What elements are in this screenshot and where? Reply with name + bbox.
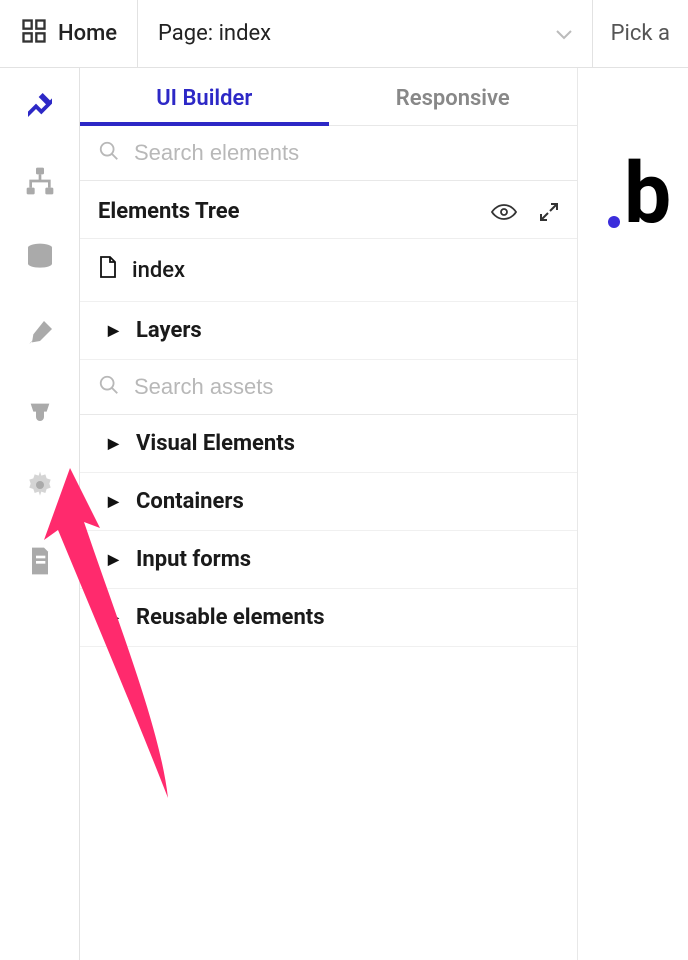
category-label: Containers [136,489,244,514]
tree-page-row[interactable]: index [80,239,577,302]
category-reusable-elements[interactable]: ▶ Reusable elements [80,589,577,647]
rail-item-logs[interactable] [23,544,57,578]
canvas-area: b [578,68,688,960]
search-assets-row [80,360,577,415]
category-label: Visual Elements [136,431,295,456]
category-input-forms[interactable]: ▶ Input forms [80,531,577,589]
page-selector-label: Page: index [158,21,271,46]
search-elements-row [80,126,577,181]
page-icon [98,255,118,285]
rail-item-data[interactable] [23,240,57,274]
elements-panel: UI Builder Responsive Elements Tree [80,68,578,960]
rail-item-settings[interactable] [23,468,57,502]
grid-icon [20,17,48,51]
rail-item-styles[interactable] [23,316,57,350]
tab-responsive-label: Responsive [396,86,510,111]
search-icon [98,374,120,400]
expand-icon[interactable] [539,202,559,222]
logo-fragment: b [608,152,688,236]
pick-selector[interactable]: Pick a [593,0,688,67]
logo-dot-icon [608,216,620,228]
category-label: Reusable elements [136,605,325,630]
caret-right-icon: ▶ [108,552,122,568]
search-assets-input[interactable] [134,374,559,400]
chevron-down-icon [556,21,572,46]
pick-label: Pick a [611,21,670,46]
rail-item-workflow[interactable] [23,164,57,198]
tree-layers-row[interactable]: ▶ Layers [80,302,577,360]
caret-right-icon: ▶ [108,494,122,510]
page-name-label: index [132,258,185,283]
home-button[interactable]: Home [0,0,138,67]
caret-right-icon: ▶ [108,610,122,626]
page-selector[interactable]: Page: index [138,0,593,67]
home-label: Home [58,21,117,46]
tab-ui-builder[interactable]: UI Builder [80,68,329,125]
tab-responsive[interactable]: Responsive [329,68,578,125]
tab-ui-builder-label: UI Builder [156,86,252,111]
category-visual-elements[interactable]: ▶ Visual Elements [80,415,577,473]
category-label: Input forms [136,547,251,572]
rail-item-plugins[interactable] [23,392,57,426]
layers-label: Layers [136,318,202,343]
category-containers[interactable]: ▶ Containers [80,473,577,531]
caret-right-icon: ▶ [108,436,122,452]
search-elements-input[interactable] [134,140,559,166]
search-icon [98,140,120,166]
rail-item-design[interactable] [23,88,57,122]
nav-rail [0,68,80,960]
caret-right-icon: ▶ [108,323,122,339]
elements-tree-label: Elements Tree [98,199,491,224]
eye-icon[interactable] [491,202,517,222]
